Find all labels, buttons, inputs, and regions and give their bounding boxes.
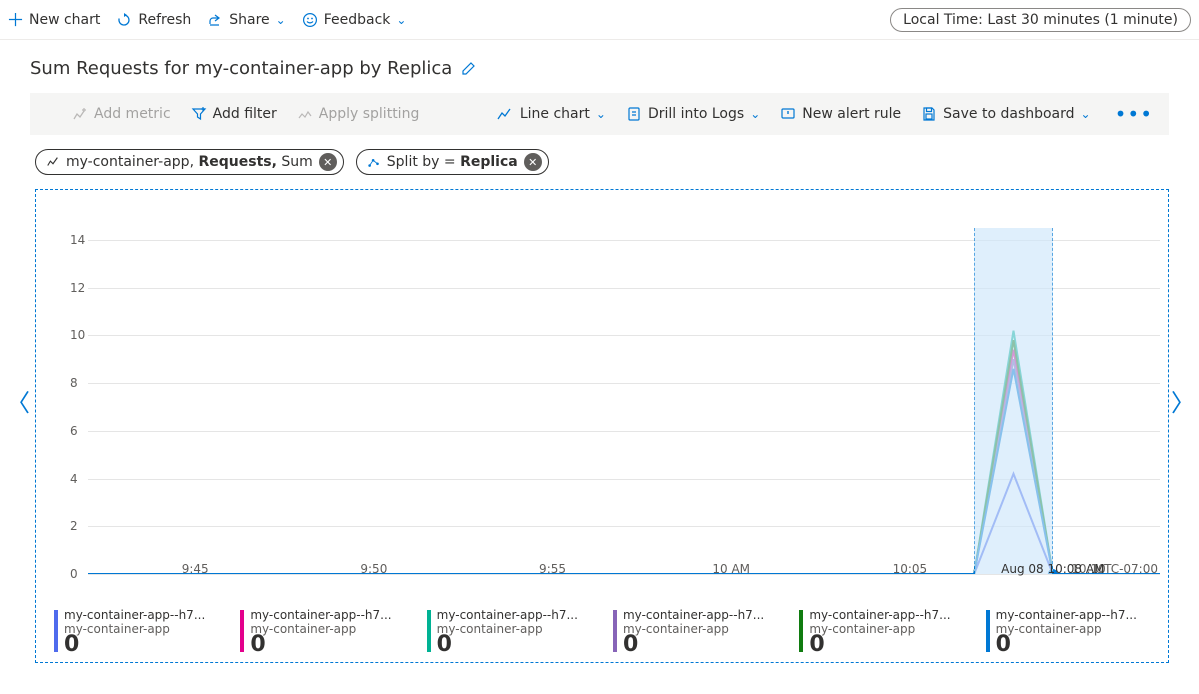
refresh-label: Refresh (138, 12, 191, 28)
legend-series-name: my-container-app--h7... (996, 608, 1160, 622)
y-tick: 6 (70, 424, 78, 438)
marker-time-label: Aug 08 10:08 AM (1001, 562, 1104, 576)
legend-swatch (799, 610, 803, 652)
split-icon (367, 155, 381, 169)
edit-icon[interactable] (460, 61, 476, 77)
chart-legend: my-container-app--h7... my-container-app… (54, 608, 1160, 656)
filter-icon (191, 106, 207, 122)
legend-swatch (986, 610, 990, 652)
legend-item[interactable]: my-container-app--h7... my-container-app… (427, 608, 601, 656)
chart-type-label: Line chart (520, 106, 590, 122)
legend-swatch (613, 610, 617, 652)
legend-item[interactable]: my-container-app--h7... my-container-app… (613, 608, 787, 656)
legend-item[interactable]: my-container-app--h7... my-container-app… (240, 608, 414, 656)
save-dashboard-label: Save to dashboard (943, 106, 1074, 122)
feedback-button[interactable]: Feedback ⌄ (302, 12, 407, 28)
metric-icon (46, 155, 60, 169)
add-metric-label: Add metric (94, 106, 171, 122)
drill-logs-label: Drill into Logs (648, 106, 744, 122)
chart-box: 02468101214 UTC-07:00 9:459:509:5510 AM1… (35, 189, 1169, 663)
chart-type-dropdown[interactable]: Line chart ⌄ (496, 106, 606, 122)
chart-area: 〈 〉 02468101214 UTC-07:00 9:459:509:5510… (0, 183, 1199, 663)
more-menu-button[interactable]: ••• (1111, 102, 1157, 126)
metric-pill-row: my-container-app, Requests, Sum ✕ Split … (0, 135, 1199, 183)
legend-swatch (240, 610, 244, 652)
legend-series-value: 0 (64, 634, 228, 656)
line-chart-icon (496, 106, 514, 122)
legend-series-name: my-container-app--h7... (809, 608, 973, 622)
legend-item[interactable]: my-container-app--h7... my-container-app… (54, 608, 228, 656)
y-tick: 14 (70, 233, 78, 247)
legend-item[interactable]: my-container-app--h7... my-container-app… (799, 608, 973, 656)
apply-splitting-button: Apply splitting (297, 106, 420, 122)
chevron-down-icon: ⌄ (750, 107, 760, 121)
share-button[interactable]: Share ⌄ (207, 12, 285, 28)
chart-title-row: Sum Requests for my-container-app by Rep… (0, 40, 1199, 93)
legend-swatch (54, 610, 58, 652)
apply-splitting-label: Apply splitting (319, 106, 420, 122)
prev-chart-button[interactable]: 〈 (6, 383, 30, 418)
x-tick: 9:50 (360, 562, 387, 576)
x-tick: 9:55 (539, 562, 566, 576)
new-chart-label: New chart (29, 12, 100, 28)
new-chart-button[interactable]: New chart (8, 12, 100, 28)
feedback-label: Feedback (324, 12, 391, 28)
legend-series-name: my-container-app--h7... (437, 608, 601, 622)
add-metric-button: Add metric (72, 106, 171, 122)
logs-icon (626, 106, 642, 122)
drill-logs-button[interactable]: Drill into Logs ⌄ (626, 106, 760, 122)
refresh-icon (116, 12, 132, 28)
x-tick: 10 AM (712, 562, 750, 576)
x-tick: 9:45 (182, 562, 209, 576)
share-icon (207, 12, 223, 28)
legend-series-value: 0 (996, 634, 1160, 656)
save-icon (921, 106, 937, 122)
add-metric-icon (72, 106, 88, 122)
legend-item[interactable]: my-container-app--h7... my-container-app… (986, 608, 1160, 656)
next-chart-button[interactable]: 〉 (1171, 383, 1195, 418)
command-bar: New chart Refresh Share ⌄ Feedback ⌄ Loc… (0, 0, 1199, 40)
alert-icon (780, 106, 796, 122)
new-alert-label: New alert rule (802, 106, 901, 122)
remove-split-button[interactable]: ✕ (524, 153, 542, 171)
time-range-label: Local Time: Last 30 minutes (1 minute) (903, 12, 1178, 28)
y-tick: 10 (70, 328, 78, 342)
highlight-band (974, 228, 1053, 574)
new-alert-button[interactable]: New alert rule (780, 106, 901, 122)
save-dashboard-button[interactable]: Save to dashboard ⌄ (921, 106, 1090, 122)
plus-icon (8, 12, 23, 27)
legend-series-value: 0 (623, 634, 787, 656)
legend-series-value: 0 (809, 634, 973, 656)
share-label: Share (229, 12, 269, 28)
legend-series-name: my-container-app--h7... (64, 608, 228, 622)
chart-plot[interactable]: 0 2 4 6 8 10 12 14 (36, 198, 1168, 584)
split-icon (297, 106, 313, 122)
y-tick: 4 (70, 472, 78, 486)
time-range-picker[interactable]: Local Time: Last 30 minutes (1 minute) (890, 8, 1191, 32)
remove-metric-button[interactable]: ✕ (319, 153, 337, 171)
chevron-down-icon: ⌄ (1081, 107, 1091, 121)
chevron-down-icon: ⌄ (596, 107, 606, 121)
y-tick: 2 (70, 519, 78, 533)
y-tick: 12 (70, 281, 78, 295)
metric-toolbar: Add metric Add filter Apply splitting Li… (30, 93, 1169, 135)
chart-title: Sum Requests for my-container-app by Rep… (30, 58, 452, 79)
legend-series-name: my-container-app--h7... (623, 608, 787, 622)
x-tick: 10:05 (893, 562, 928, 576)
legend-series-value: 0 (250, 634, 414, 656)
legend-series-value: 0 (437, 634, 601, 656)
y-tick: 8 (70, 376, 78, 390)
refresh-button[interactable]: Refresh (116, 12, 191, 28)
x-axis: UTC-07:00 9:459:509:5510 AM10:0510:10Aug… (88, 562, 1160, 582)
add-filter-button[interactable]: Add filter (191, 106, 277, 122)
split-pill[interactable]: Split by = Replica ✕ (356, 149, 549, 175)
smile-icon (302, 12, 318, 28)
y-tick: 0 (70, 567, 78, 581)
chevron-down-icon: ⌄ (276, 13, 286, 27)
metric-pill[interactable]: my-container-app, Requests, Sum ✕ (35, 149, 344, 175)
chevron-down-icon: ⌄ (396, 13, 406, 27)
add-filter-label: Add filter (213, 106, 277, 122)
legend-swatch (427, 610, 431, 652)
legend-series-name: my-container-app--h7... (250, 608, 414, 622)
